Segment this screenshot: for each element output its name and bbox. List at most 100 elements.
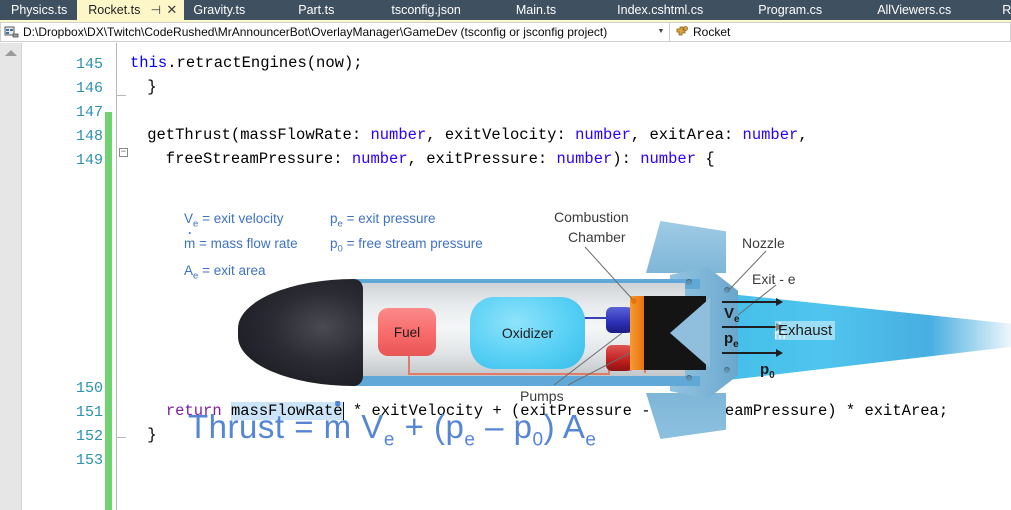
rocket-fin-bottom — [646, 393, 726, 439]
oxidizer-tank: Oxidizer — [470, 297, 585, 369]
tab-allviewers-cs[interactable]: AllViewers.cs — [866, 0, 991, 20]
fuel-pipe-segment — [408, 355, 410, 375]
symbol-v: V — [724, 305, 735, 322]
exit-arrow-head — [776, 349, 783, 357]
tab-label: Physics.ts — [11, 3, 68, 17]
subscript-e: e — [733, 339, 739, 350]
tab-program-cs[interactable]: Program.cs — [747, 0, 866, 20]
code-text: .retractEngines(now); — [167, 54, 363, 72]
editor-outline-strip[interactable] — [0, 43, 22, 510]
tab-label: Part.ts — [298, 3, 335, 17]
code-text: getThrust(massFlowRate: — [110, 126, 371, 144]
equation-v-sub: e — [383, 429, 395, 451]
fuel-tank: Fuel — [378, 308, 436, 356]
label-exhaust: Exhaust — [775, 321, 836, 340]
equation-plus: + (p — [394, 408, 465, 445]
rivet — [724, 367, 730, 373]
equation-lhs: Thrust = — [188, 408, 324, 445]
tab-rocket-ts[interactable]: Rocket.ts ⊣ ✕ — [77, 0, 185, 20]
thrust-equation: Thrust = m Ve + (pe – p0) Ae — [188, 408, 597, 452]
label-exit-pressure-vector: pe — [724, 330, 739, 350]
tab-label: Gravity.ts — [193, 3, 246, 17]
tab-label: Main.ts — [515, 3, 557, 17]
code-editor[interactable]: 145 146 147 148 149 150 151 152 153 − th… — [0, 43, 1011, 510]
scroll-up-arrow-icon[interactable] — [5, 50, 17, 56]
tab-gravity-ts[interactable]: Gravity.ts — [184, 0, 287, 20]
type-number: number — [575, 126, 631, 144]
combustion-chamber-pointer-dot — [631, 298, 637, 304]
rocket-fin-top — [646, 221, 726, 273]
navigation-bar: D:\Dropbox\DX\Twitch\CodeRushed\MrAnnoun… — [0, 22, 1011, 42]
unsaved-changes-bar — [105, 112, 112, 510]
pin-icon[interactable]: ⊣ — [148, 2, 163, 18]
exit-arrow — [722, 301, 776, 303]
label-free-stream-pressure-vector: p0 — [760, 361, 775, 381]
code-line-146: } — [110, 78, 157, 96]
line-number: 150 — [75, 380, 103, 397]
code-text: , exitArea: — [630, 126, 743, 144]
line-number: 149 — [75, 152, 103, 169]
equation-v: V — [351, 408, 384, 445]
tab-physics-ts[interactable]: Physics.ts — [0, 0, 77, 20]
tab-icon-group: ⊣ ✕ — [148, 2, 179, 18]
keyword-this: this — [130, 54, 168, 72]
project-path-text: D:\Dropbox\DX\Twitch\CodeRushed\MrAnnoun… — [23, 25, 608, 39]
line-number: 146 — [75, 80, 103, 97]
rocket-thrust-diagram: Ve = exit velocity m = mass flow rate Ae… — [130, 163, 1011, 463]
code-text: , — [798, 126, 808, 144]
equation-p0-sub: 0 — [532, 429, 544, 451]
tab-label: Rocket.ts — [88, 3, 141, 17]
tab-label: ReadmeMan — [1002, 3, 1011, 17]
fuel-pipe-segment — [408, 373, 608, 375]
nozzle-cone-graphic — [670, 298, 710, 368]
rocket-nose-cone — [238, 279, 363, 386]
rivet — [724, 287, 730, 293]
editor-tab-bar: Physics.ts Rocket.ts ⊣ ✕ Gravity.ts Part… — [0, 0, 1011, 22]
type-number: number — [742, 126, 799, 144]
tab-label: Index.cshtml.cs — [617, 3, 704, 17]
rivet — [686, 279, 692, 285]
equation-pe-sub: e — [464, 429, 476, 451]
symbol-p: p — [724, 330, 734, 347]
tab-readmemanager-cs[interactable]: ReadmeMan — [991, 0, 1011, 20]
equation-minus: – p — [475, 408, 533, 445]
exit-arrow — [722, 352, 776, 354]
subscript-e: e — [734, 314, 740, 325]
label-exit-velocity-vector: Ve — [724, 305, 740, 325]
tab-label: tsconfig.json — [391, 3, 461, 17]
line-number: 148 — [75, 128, 103, 145]
tab-label: Program.cs — [758, 3, 823, 17]
line-number: 152 — [75, 428, 103, 445]
chevron-down-icon[interactable]: ▼ — [653, 23, 669, 41]
member-name-text: Rocket — [693, 25, 731, 39]
code-text: , exitVelocity: — [426, 126, 576, 144]
line-number: 153 — [75, 452, 103, 469]
symbol-p: p — [760, 361, 770, 378]
tab-index-cshtml-cs[interactable]: Index.cshtml.cs — [606, 0, 747, 20]
project-selector-dropdown[interactable]: D:\Dropbox\DX\Twitch\CodeRushed\MrAnnoun… — [0, 22, 670, 42]
label-fuel: Fuel — [393, 324, 421, 340]
class-icon — [674, 25, 690, 39]
label-oxidizer: Oxidizer — [501, 325, 554, 341]
type-number: number — [370, 126, 427, 144]
line-number: 151 — [75, 404, 103, 421]
member-selector-dropdown[interactable]: Rocket — [670, 22, 1011, 42]
project-icon — [4, 25, 20, 39]
line-number: 145 — [75, 56, 103, 73]
tab-part-ts[interactable]: Part.ts — [287, 0, 380, 20]
editor-gutter: 145 146 147 148 149 150 151 152 153 — [23, 43, 115, 510]
equation-ae-sub: e — [585, 429, 597, 451]
exit-arrow — [722, 326, 776, 328]
rivet — [686, 375, 692, 381]
tab-tsconfig-json[interactable]: tsconfig.json — [380, 0, 504, 20]
subscript-0: 0 — [769, 370, 775, 381]
exit-arrow-head — [776, 298, 783, 306]
code-line-148: getThrust(massFlowRate: number, exitVelo… — [110, 125, 808, 145]
equation-mdot: m — [323, 408, 352, 445]
tab-label: AllViewers.cs — [877, 3, 952, 17]
rocket-body-stripe-bottom — [355, 376, 700, 386]
tab-main-ts[interactable]: Main.ts — [505, 0, 606, 20]
injector-plate — [630, 296, 644, 370]
close-icon[interactable]: ✕ — [164, 2, 179, 18]
equation-close: ) A — [543, 408, 586, 445]
